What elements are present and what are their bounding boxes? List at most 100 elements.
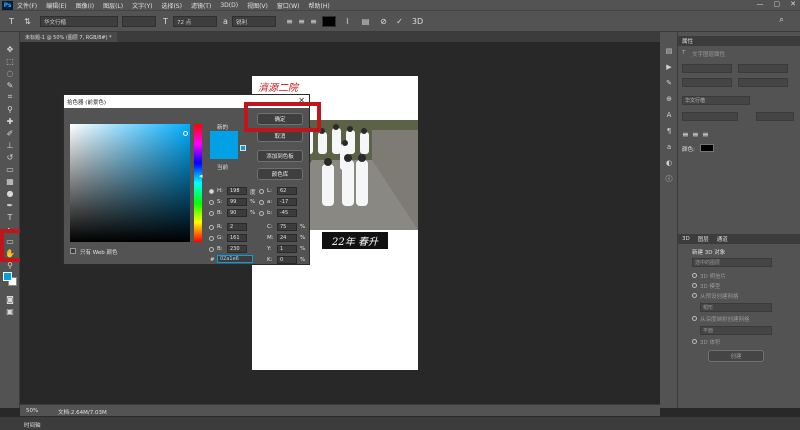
dodge-tool-icon[interactable]: ● <box>3 188 17 198</box>
actions-icon[interactable]: ▶ <box>664 62 674 72</box>
stamp-tool-icon[interactable]: ⊥ <box>3 140 17 150</box>
l-radio[interactable] <box>259 189 264 194</box>
menu-layer[interactable]: 图层(L) <box>103 1 123 10</box>
menu-edit[interactable]: 编辑(E) <box>46 1 66 10</box>
preset-radio[interactable] <box>692 293 697 298</box>
foreground-color-swatch[interactable] <box>3 272 12 281</box>
postcard-radio[interactable] <box>692 273 697 278</box>
align-right-icon[interactable]: ≡ <box>702 130 709 139</box>
hue-radio[interactable] <box>209 189 214 194</box>
bl-field[interactable]: 230 <box>227 245 247 253</box>
character-icon[interactable]: A <box>664 110 674 120</box>
r-field[interactable]: 2 <box>227 223 247 231</box>
web-colors-checkbox[interactable] <box>70 248 76 254</box>
preset-select[interactable]: 帽形 <box>700 303 772 312</box>
font-size-select[interactable]: 72 点 <box>173 16 217 27</box>
info-icon[interactable]: ⓘ <box>664 174 674 184</box>
crop-tool-icon[interactable]: ⌗ <box>3 92 17 102</box>
tab-layers[interactable]: 图层 <box>698 235 709 243</box>
add-to-swatches-button[interactable]: 添加到色板 <box>257 150 303 162</box>
tab-3d[interactable]: 3D <box>682 236 690 242</box>
tracking-select[interactable] <box>756 112 794 121</box>
quick-select-tool-icon[interactable]: ✎ <box>3 80 17 90</box>
blue-radio[interactable] <box>209 247 214 252</box>
menu-filter[interactable]: 滤镜(T) <box>191 1 211 10</box>
brush-settings-icon[interactable]: ✎ <box>664 78 674 88</box>
marquee-tool-icon[interactable]: ⬚ <box>3 56 17 66</box>
workspace-search-icon[interactable]: ⌕ <box>776 14 787 25</box>
adjustments-icon[interactable]: ◐ <box>664 158 674 168</box>
lab-b-radio[interactable] <box>259 211 264 216</box>
text-color-swatch[interactable] <box>700 144 714 152</box>
type-tool-icon[interactable]: T <box>3 212 17 222</box>
toggle-orientation-icon[interactable]: ⇅ <box>22 16 33 27</box>
menu-type[interactable]: 文字(Y) <box>132 1 152 10</box>
hue-slider[interactable] <box>194 124 202 242</box>
b-field[interactable]: 90 <box>227 209 247 217</box>
brush-tool-icon[interactable]: ✐ <box>3 128 17 138</box>
timeline-label[interactable]: 时间轴 <box>24 421 41 429</box>
red-radio[interactable] <box>209 225 214 230</box>
clone-source-icon[interactable]: ⊕ <box>664 94 674 104</box>
cancel-edit-icon[interactable]: ⊘ <box>378 16 389 27</box>
volume-radio[interactable] <box>692 339 697 344</box>
width-field[interactable] <box>682 64 732 73</box>
brightness-radio[interactable] <box>209 211 214 216</box>
warp-text-icon[interactable]: ⌇ <box>342 16 353 27</box>
web-safe-swatch[interactable] <box>240 145 246 151</box>
document-tab[interactable]: 未标题-1 @ 50% (图层 7, RGB/8#) * <box>20 32 117 42</box>
close-window-button[interactable]: ✕ <box>790 0 796 8</box>
font-family-select[interactable]: 华文行楷 <box>40 16 118 27</box>
s-field[interactable]: 99 <box>227 198 247 206</box>
source-select[interactable]: 选中的图层 <box>692 258 772 267</box>
lasso-tool-icon[interactable]: ◌ <box>3 68 17 78</box>
align-left-icon[interactable]: ≡ <box>682 130 689 139</box>
align-left-icon[interactable]: ≡ <box>284 16 295 27</box>
paragraph-icon[interactable]: ¶ <box>664 126 674 136</box>
type-tool-icon[interactable]: T <box>6 16 17 27</box>
move-tool-icon[interactable]: ✥ <box>3 44 17 54</box>
menu-view[interactable]: 视图(V) <box>247 1 268 10</box>
c-field[interactable]: 75 <box>277 223 297 231</box>
menu-image[interactable]: 图像(I) <box>76 1 94 10</box>
k-field[interactable]: 0 <box>277 256 297 264</box>
a-field[interactable]: -17 <box>277 198 297 206</box>
menu-select[interactable]: 选择(S) <box>161 1 182 10</box>
size-select[interactable] <box>682 112 738 121</box>
menu-file[interactable]: 文件(F) <box>17 1 37 10</box>
zoom-level[interactable]: 50% <box>26 408 38 414</box>
menu-window[interactable]: 窗口(W) <box>277 1 300 10</box>
history-brush-tool-icon[interactable]: ↺ <box>3 152 17 162</box>
3d-text-icon[interactable]: 3D <box>412 16 423 27</box>
align-center-icon[interactable]: ≡ <box>296 16 307 27</box>
color-libraries-button[interactable]: 颜色库 <box>257 168 303 180</box>
text-color-swatch[interactable] <box>322 16 336 27</box>
align-right-icon[interactable]: ≡ <box>308 16 319 27</box>
font-style-select[interactable] <box>122 16 156 27</box>
depth-select[interactable]: 平面 <box>700 326 772 335</box>
lab-b-field[interactable]: -45 <box>277 209 297 217</box>
create-button[interactable]: 创建 <box>708 350 764 362</box>
align-center-icon[interactable]: ≡ <box>692 130 699 139</box>
glyphs-icon[interactable]: a <box>664 142 674 152</box>
minimize-button[interactable]: — <box>757 0 764 8</box>
menu-help[interactable]: 帮助(H) <box>309 1 330 10</box>
hex-field[interactable]: 02a1e6 <box>217 255 253 263</box>
height-field[interactable] <box>738 64 788 73</box>
m-field[interactable]: 24 <box>277 234 297 242</box>
eraser-tool-icon[interactable]: ▭ <box>3 164 17 174</box>
pen-tool-icon[interactable]: ✒ <box>3 200 17 210</box>
antialias-select[interactable]: 锐利 <box>232 16 276 27</box>
y-field[interactable]: 1 <box>277 245 297 253</box>
history-icon[interactable]: ▤ <box>664 46 674 56</box>
gradient-tool-icon[interactable]: ▦ <box>3 176 17 186</box>
color-marker[interactable] <box>183 131 188 136</box>
commit-edit-icon[interactable]: ✓ <box>394 16 405 27</box>
tab-channels[interactable]: 通道 <box>717 235 728 243</box>
eyedropper-tool-icon[interactable]: ⚲ <box>3 104 17 114</box>
g-field[interactable]: 161 <box>227 234 247 242</box>
saturation-radio[interactable] <box>209 200 214 205</box>
h-field[interactable]: 198 <box>227 187 247 195</box>
y-field[interactable] <box>738 78 788 87</box>
healing-tool-icon[interactable]: ✚ <box>3 116 17 126</box>
